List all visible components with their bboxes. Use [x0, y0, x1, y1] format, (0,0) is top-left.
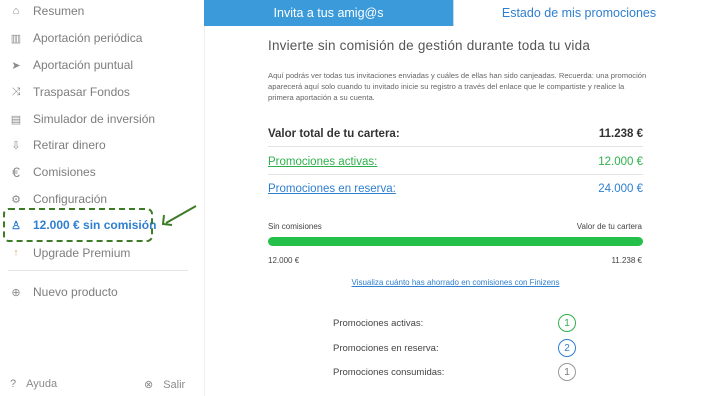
arrow-left-icon: [161, 205, 197, 226]
sidebar-item-label: Retirar dinero: [33, 138, 106, 152]
calculator-icon: ▤: [10, 113, 22, 126]
sidebar-item-label: Configuración: [33, 192, 108, 206]
promo-used-count: 1: [558, 363, 576, 381]
home-icon: ⌂: [12, 5, 20, 17]
arrow-up-icon: ↑: [13, 247, 19, 259]
withdraw-icon: ⇩: [11, 139, 21, 152]
sidebar-item-label: Comisiones: [33, 165, 96, 179]
euro-icon: €: [12, 164, 20, 180]
divider: [268, 146, 643, 147]
sidebar-item-label: Upgrade Premium: [33, 246, 131, 260]
sidebar-divider: [8, 270, 188, 271]
sidebar-item-nuevo-producto[interactable]: ⊕ Nuevo producto: [0, 281, 118, 303]
sidebar-item-comisiones[interactable]: € Comisiones: [0, 161, 96, 183]
help-link[interactable]: ? Ayuda: [10, 378, 57, 390]
logout-label: Salir: [163, 378, 186, 391]
sidebar-item-label: Aportación puntual: [33, 58, 134, 72]
commission-free-progress-bar: [268, 237, 643, 246]
paper-plane-icon: ➤: [11, 59, 21, 72]
sidebar-item-label: Nuevo producto: [33, 285, 118, 299]
promo-reserve-row: Promociones en reserva:: [333, 343, 583, 354]
bar-chart-icon: ▥: [10, 32, 22, 45]
tab-promotion-status[interactable]: Estado de mis promociones: [453, 0, 704, 26]
sidebar-item-label: Simulador de inversión: [33, 112, 156, 126]
reserve-promotions-value: 24.000 €: [598, 183, 643, 195]
portfolio-value: 11.238 €: [598, 128, 643, 140]
sidebar-item-label: Resumen: [33, 4, 85, 18]
sidebar-item-label: Traspasar Fondos: [33, 85, 130, 99]
reserve-promotions-row: Promociones en reserva: 24.000 €: [268, 183, 643, 195]
sidebar-item-retirar-dinero[interactable]: ⇩ Retirar dinero: [0, 134, 106, 156]
sidebar-item-aportacion-periodica[interactable]: ▥ Aportación periódica: [0, 27, 143, 49]
sidebar: ⌂ Resumen ▥ Aportación periódica ➤ Aport…: [0, 0, 197, 396]
bar-right-label: Valor de tu cartera: [576, 222, 642, 231]
sidebar-item-resumen[interactable]: ⌂ Resumen: [0, 0, 85, 22]
bar-left-label: Sin comisiones: [268, 222, 322, 231]
question-circle-icon: ?: [10, 378, 17, 390]
sidebar-item-label: Aportación periódica: [33, 31, 143, 45]
tab-invite-friends[interactable]: Invita a tus amig@s: [204, 0, 453, 26]
active-promotions-value: 12.000 €: [598, 156, 643, 168]
reserve-promotions-link[interactable]: Promociones en reserva:: [268, 183, 396, 195]
portfolio-row: Valor total de tu cartera: 11.238 €: [268, 128, 643, 140]
sidebar-item-configuracion[interactable]: ⚙ Configuración: [0, 188, 107, 210]
savings-link[interactable]: Visualiza cuánto has ahorrado en comisio…: [268, 278, 643, 287]
promotions-panel: Invierte sin comisión de gestión durante…: [204, 26, 704, 396]
highlight-box: [3, 208, 153, 242]
promo-reserve-count: 2: [558, 339, 576, 357]
page-title: Invierte sin comisión de gestión durante…: [268, 38, 591, 53]
description-text: Aquí podrás ver todas tus invitaciones e…: [268, 71, 647, 102]
help-label: Ayuda: [26, 378, 58, 390]
promo-reserve-label: Promociones en reserva:: [333, 343, 439, 354]
sidebar-item-aportacion-puntual[interactable]: ➤ Aportación puntual: [0, 54, 133, 76]
gear-icon: ⚙: [11, 193, 21, 206]
sidebar-item-upgrade-premium[interactable]: ↑ Upgrade Premium: [0, 242, 130, 264]
promo-used-label: Promociones consumidas:: [333, 367, 445, 378]
active-promotions-link[interactable]: Promociones activas:: [268, 156, 377, 168]
sidebar-item-simulador[interactable]: ▤ Simulador de inversión: [0, 108, 155, 130]
plus-circle-icon: ⊕: [11, 286, 21, 299]
sidebar-item-traspasar-fondos[interactable]: ⤨ Traspasar Fondos: [0, 81, 130, 103]
tab-invite-label: Invita a tus amig@s: [273, 6, 384, 20]
promo-used-row: Promociones consumidas:: [333, 367, 583, 378]
active-promotions-row: Promociones activas: 12.000 €: [268, 156, 643, 168]
promo-active-label: Promociones activas:: [333, 318, 424, 329]
shuffle-icon: ⤨: [11, 85, 21, 98]
tab-status-label: Estado de mis promociones: [501, 6, 657, 20]
logout-link[interactable]: ⊗ Salir: [144, 378, 186, 392]
bar-left-value: 12.000 €: [268, 256, 300, 265]
promo-active-count: 1: [558, 314, 576, 332]
portfolio-label: Valor total de tu cartera:: [268, 128, 400, 140]
close-circle-icon: ⊗: [144, 379, 154, 391]
bar-right-value: 11.238 €: [611, 256, 642, 265]
promo-active-row: Promociones activas:: [333, 318, 583, 329]
divider: [268, 174, 643, 175]
